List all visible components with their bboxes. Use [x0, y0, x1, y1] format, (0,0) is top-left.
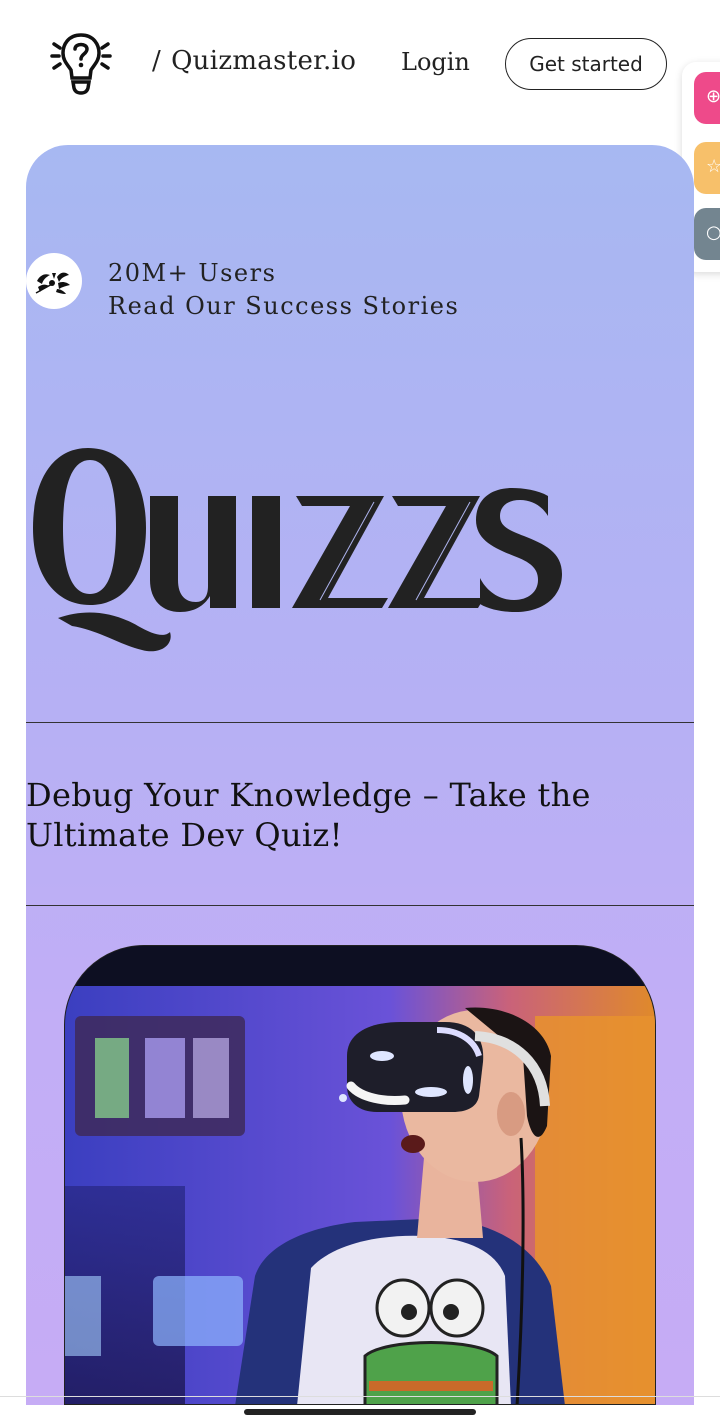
plus-icon: ⊕ — [706, 86, 720, 107]
site-header: / Quizmaster.io Login Get started — [0, 0, 720, 130]
hero-image — [64, 945, 656, 1405]
success-stories-label: Read Our Success Stories — [108, 292, 460, 320]
hero-headline: Debug Your Knowledge – Take the Ultimate… — [26, 776, 591, 854]
search-icon: ○ — [706, 222, 720, 243]
lightbulb-question-logo-icon[interactable] — [50, 30, 112, 96]
get-started-button[interactable]: Get started — [505, 38, 667, 90]
breadcrumb-slash: / — [152, 46, 162, 76]
users-count: 20M+ Users — [108, 259, 277, 287]
section-divider-top — [26, 722, 694, 723]
home-indicator[interactable] — [244, 1409, 476, 1415]
login-link[interactable]: Login — [401, 48, 470, 76]
brand-label: Quizmaster.io — [171, 46, 357, 76]
leaf-badge-icon — [26, 253, 82, 309]
star-icon: ☆ — [706, 156, 720, 177]
side-widget-star-button[interactable]: ☆ — [694, 142, 720, 194]
viewport-bottom-edge — [0, 1396, 720, 1397]
side-widget-plus-button[interactable]: ⊕ — [694, 72, 720, 124]
hero-card: 20M+ Users Read Our Success Stories Debu… — [26, 145, 694, 1405]
brand-name[interactable]: / Quizmaster.io — [152, 46, 356, 76]
side-widget-search-button[interactable]: ○ — [694, 208, 720, 260]
section-divider-bottom — [26, 905, 694, 906]
quizzs-wordmark — [33, 448, 562, 652]
